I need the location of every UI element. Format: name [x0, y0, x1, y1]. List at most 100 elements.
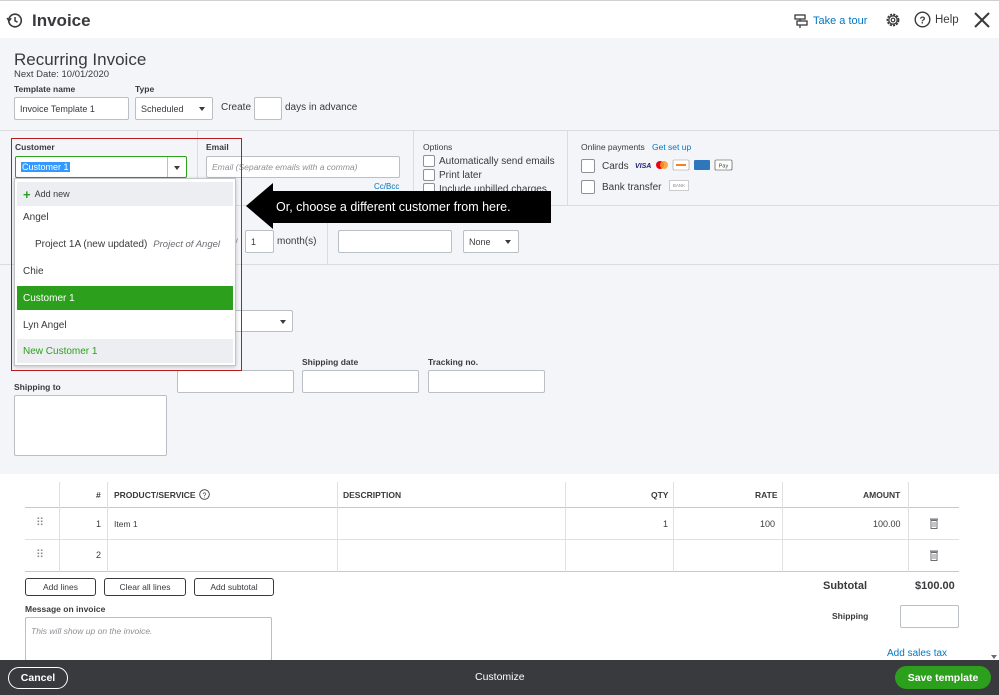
- chevron-down-icon: [280, 320, 286, 324]
- divider: [673, 482, 674, 572]
- svg-text:?: ?: [919, 15, 925, 26]
- bank-badge: BANK: [669, 180, 689, 191]
- row-num: 2: [96, 550, 102, 560]
- days-in-advance-input[interactable]: [254, 97, 282, 120]
- days-in-advance-label: days in advance: [285, 102, 358, 113]
- shipping-date-input[interactable]: [302, 370, 419, 393]
- drag-handle-icon[interactable]: ⠿: [36, 548, 44, 561]
- next-date: Next Date: 10/01/2020: [14, 69, 110, 80]
- drag-handle-icon[interactable]: ⠿: [36, 516, 44, 529]
- online-payments-label: Online payments: [581, 142, 645, 152]
- col-header-amount: AMOUNT: [863, 490, 901, 500]
- take-tour-link[interactable]: Take a tour: [793, 13, 867, 29]
- col-header-num: #: [96, 490, 101, 500]
- template-name-label: Template name: [14, 84, 76, 94]
- bank-transfer-checkbox[interactable]: [581, 180, 595, 194]
- add-subtotal-button[interactable]: Add subtotal: [194, 578, 274, 596]
- form-heading: Recurring Invoice: [14, 50, 147, 69]
- page-title: Invoice: [32, 11, 91, 30]
- tracking-label: Tracking no.: [428, 357, 479, 367]
- svg-text:Pay: Pay: [719, 164, 729, 170]
- shipping-label: Shipping: [832, 611, 869, 621]
- cancel-button[interactable]: Cancel: [8, 667, 68, 689]
- months-label: month(s): [277, 236, 317, 247]
- get-set-up-link[interactable]: Get set up: [652, 142, 691, 152]
- chevron-down-icon: [505, 240, 511, 244]
- signpost-icon: [794, 14, 808, 28]
- chevron-down-icon: [199, 107, 205, 111]
- row-rate[interactable]: 100: [760, 519, 775, 529]
- divider: [59, 482, 60, 572]
- callout-body: Or, choose a different customer from her…: [270, 191, 551, 223]
- divider: [337, 482, 338, 572]
- help-button[interactable]: ? Help: [914, 11, 959, 28]
- divider: [25, 571, 959, 572]
- footer-bar: Cancel Customize Save template: [0, 660, 999, 695]
- info-icon[interactable]: ?: [199, 489, 210, 500]
- print-later-label: Print later: [439, 170, 482, 181]
- shipping-to-label: Shipping to: [14, 382, 61, 392]
- divider: [782, 482, 783, 572]
- ship-via-input[interactable]: [177, 370, 294, 393]
- divider: [908, 482, 909, 572]
- card-brands-icon: VISA Pay: [635, 159, 733, 171]
- end-date-input[interactable]: [338, 230, 452, 253]
- subtotal-value: $100.00: [915, 580, 955, 592]
- create-label: Create: [221, 102, 252, 113]
- trash-icon[interactable]: [929, 517, 939, 529]
- shipping-amount-input[interactable]: [900, 605, 959, 628]
- cards-label: Cards: [602, 161, 629, 172]
- subtotal-label: Subtotal: [823, 580, 867, 592]
- callout-annotation: Or, choose a different customer from her…: [246, 183, 551, 229]
- print-later-checkbox[interactable]: [423, 169, 435, 181]
- row-product[interactable]: Item 1: [114, 519, 138, 529]
- highlight-box: [11, 138, 242, 371]
- trash-icon[interactable]: [929, 549, 939, 561]
- type-label: Type: [135, 84, 155, 94]
- help-icon: ?: [914, 11, 931, 28]
- history-icon[interactable]: [6, 12, 23, 29]
- svg-text:?: ?: [203, 492, 207, 499]
- customize-button[interactable]: Customize: [475, 671, 525, 683]
- add-lines-button[interactable]: Add lines: [25, 578, 96, 596]
- divider: [25, 539, 959, 540]
- col-header-rate: RATE: [755, 490, 778, 500]
- message-textarea[interactable]: This will show up on the invoice.: [25, 617, 272, 661]
- arrow-left-icon: [246, 183, 273, 229]
- end-select-value: None: [469, 236, 491, 247]
- col-header-product: PRODUCT/SERVICE: [114, 490, 196, 500]
- gear-icon[interactable]: [884, 11, 902, 29]
- shipping-date-label: Shipping date: [302, 357, 359, 367]
- col-header-description: DESCRIPTION: [343, 490, 402, 500]
- message-placeholder: This will show up on the invoice.: [31, 626, 153, 636]
- save-template-button[interactable]: Save template: [895, 666, 991, 689]
- clear-all-lines-button[interactable]: Clear all lines: [104, 578, 186, 596]
- close-icon[interactable]: [972, 10, 992, 30]
- take-tour-label: Take a tour: [813, 15, 868, 27]
- row-amount[interactable]: 100.00: [873, 519, 901, 529]
- template-name-input[interactable]: Invoice Template 1: [14, 97, 129, 120]
- header-bar: Invoice Take a tour ? Help: [0, 0, 999, 38]
- interval-input[interactable]: 1: [245, 230, 274, 253]
- callout-text: Or, choose a different customer from her…: [276, 200, 511, 214]
- help-label: Help: [935, 13, 959, 26]
- auto-send-checkbox[interactable]: [423, 155, 435, 167]
- type-select[interactable]: Scheduled: [135, 97, 213, 120]
- type-value: Scheduled: [141, 103, 184, 114]
- divider: [25, 507, 959, 508]
- cards-checkbox[interactable]: [581, 159, 595, 173]
- add-sales-tax-link[interactable]: Add sales tax: [887, 648, 947, 659]
- row-num: 1: [96, 519, 102, 529]
- scroll-down-icon[interactable]: [991, 655, 997, 659]
- shipping-to-textarea[interactable]: [14, 395, 167, 456]
- end-select[interactable]: None: [463, 230, 519, 253]
- bank-transfer-label: Bank transfer: [602, 182, 662, 193]
- tracking-input[interactable]: [428, 370, 545, 393]
- divider: [567, 131, 568, 206]
- divider: [565, 482, 566, 572]
- options-label: Options: [423, 142, 453, 152]
- auto-send-label: Automatically send emails: [439, 156, 555, 167]
- message-label: Message on invoice: [25, 604, 106, 614]
- svg-text:VISA: VISA: [635, 163, 651, 170]
- row-qty[interactable]: 1: [663, 519, 668, 529]
